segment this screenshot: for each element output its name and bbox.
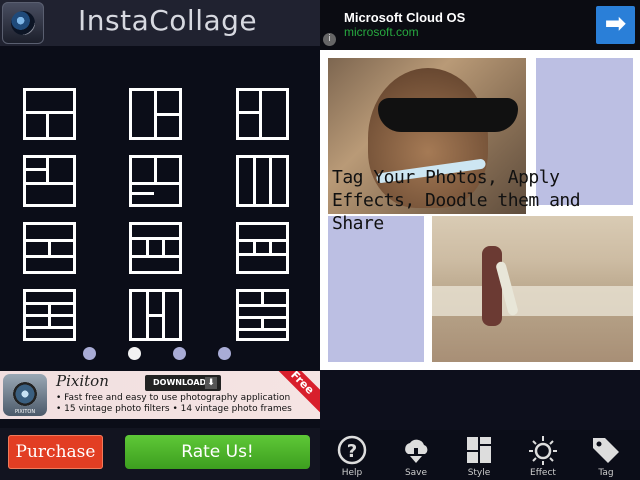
layout-tile-6[interactable] [236,155,289,207]
layout-tile-9[interactable] [236,222,289,274]
page-dot-2[interactable] [128,347,141,360]
app-title: InstaCollage [78,4,258,37]
collage-canvas[interactable]: Tag Your Photos, Apply Effects, Doodle t… [320,50,640,370]
app-header: InstaCollage [0,0,320,46]
layout-tile-8[interactable] [129,222,182,274]
save-label: Save [404,468,428,478]
style-label: Style [467,468,491,478]
bottom-toolbar: ? Help Save Style Effect Tag [320,430,640,480]
page-dot-4[interactable] [218,347,231,360]
pixiton-ad-banner[interactable]: PIXITON Pixiton DOWNLOAD ⬇ • Fast free a… [0,371,320,419]
layout-tile-11[interactable] [129,289,182,341]
collage-photo-surfer[interactable] [432,216,633,362]
sun-icon [529,436,557,465]
ad-app-name: Pixiton [56,372,109,390]
layout-tile-10[interactable] [23,289,76,341]
layout-tile-1[interactable] [23,88,76,140]
ad-title: Microsoft Cloud OS [344,10,466,25]
layout-tile-7[interactable] [23,222,76,274]
style-button[interactable]: Style [449,432,509,478]
svg-text:?: ? [347,441,357,462]
camera-app-icon [2,2,44,44]
page-dot-1[interactable] [83,347,96,360]
arrow-right-icon[interactable]: ➡ [596,6,635,44]
ad-url: microsoft.com [344,25,419,39]
ad-feature-line-1: • Fast free and easy to use photography … [56,393,291,403]
tag-button[interactable]: Tag [576,432,636,478]
collage-caption-text[interactable]: Tag Your Photos, Apply Effects, Doodle t… [332,166,622,235]
tag-label: Tag [598,468,614,478]
help-icon: ? [337,435,367,465]
ad-feature-line-2: • 15 vintage photo filters • 14 vintage … [56,404,292,414]
bottom-actions: Purchase Rate Us! [0,428,320,480]
effect-label: Effect [530,468,556,478]
purchase-button[interactable]: Purchase [8,435,103,469]
help-label: Help [341,468,363,478]
rate-us-button[interactable]: Rate Us! [125,435,310,469]
layout-grid-icon [467,437,491,463]
effect-button[interactable]: Effect [513,432,573,478]
pixiton-app-icon: PIXITON [3,374,47,416]
layout-tile-5[interactable] [129,155,182,207]
layout-tile-12[interactable] [236,289,289,341]
ad-download-button[interactable]: DOWNLOAD ⬇ [145,375,221,391]
collage-panel: Microsoft Cloud OS microsoft.com i ➡ Tag… [320,0,640,480]
layout-tile-3[interactable] [236,88,289,140]
layouts-panel: InstaCollage PIXITON Pixiton DOWNLOAD ⬇ … [0,0,320,480]
cloud-download-icon [405,439,428,463]
save-button[interactable]: Save [386,432,446,478]
layout-tile-2[interactable] [129,88,182,140]
microsoft-ad-banner[interactable]: Microsoft Cloud OS microsoft.com i ➡ [320,0,640,50]
download-arrow-icon: ⬇ [205,377,217,389]
page-dot-3[interactable] [173,347,186,360]
tag-icon [593,438,619,463]
layout-tile-4[interactable] [23,155,76,207]
help-button[interactable]: ? Help [322,432,382,478]
collage-empty-slot-2[interactable] [328,216,424,362]
info-icon[interactable]: i [323,33,336,46]
